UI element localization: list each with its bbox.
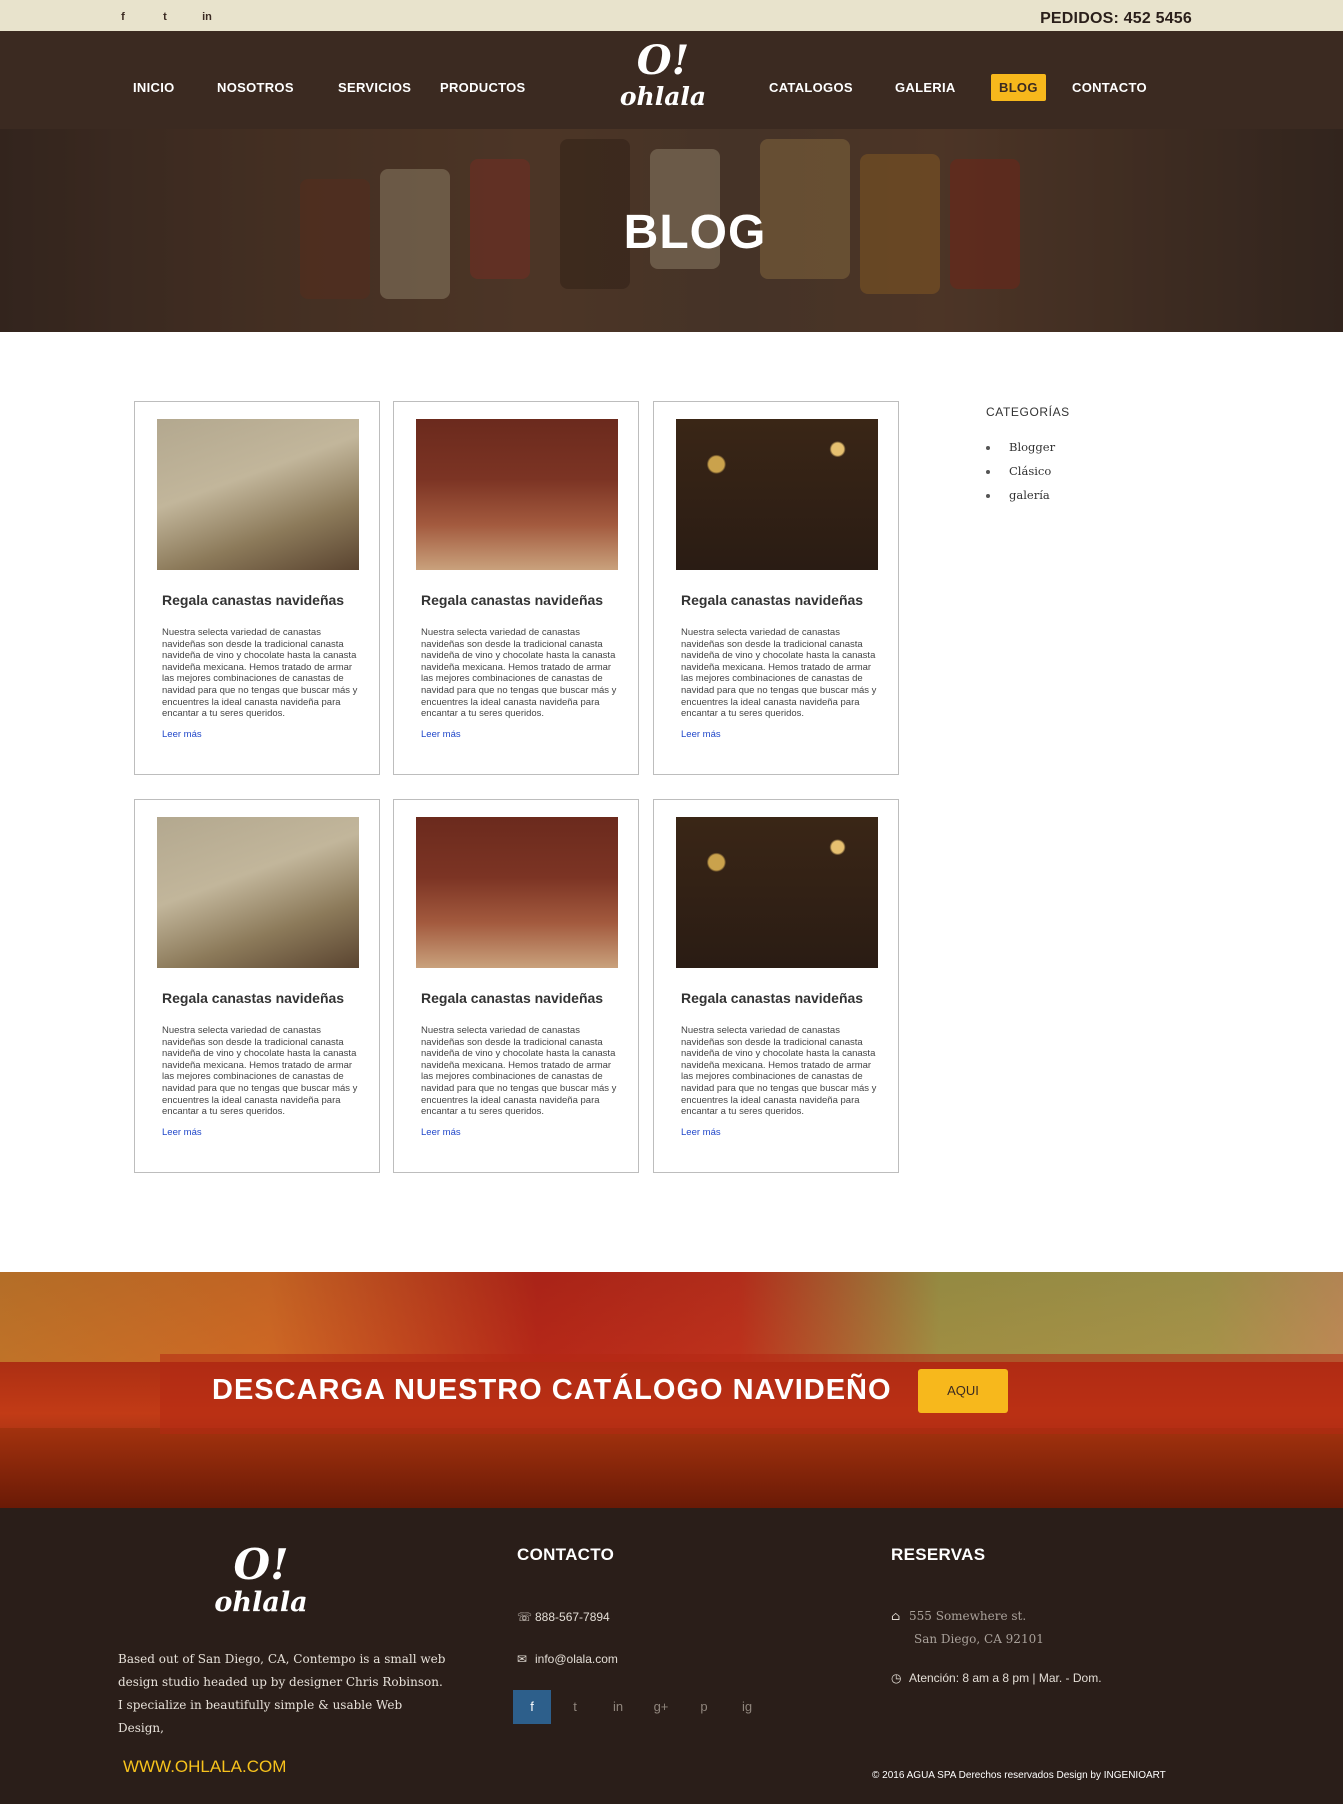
copyright: © 2016 AGUA SPA Derechos reservados Desi… <box>872 1770 1166 1781</box>
post-title[interactable]: Regala canastas navideñas <box>681 990 863 1006</box>
post-image-wine-accessories[interactable] <box>416 817 618 968</box>
post-excerpt: Nuestra selecta variedad de canastas nav… <box>681 627 877 720</box>
nav-item-blog[interactable]: BLOG <box>991 74 1046 101</box>
blog-card[interactable]: Regala canastas navideñas Nuestra select… <box>653 401 899 775</box>
footer-social-links: f t in g+ p ig <box>513 1690 771 1724</box>
facebook-icon[interactable]: f <box>513 1690 551 1724</box>
site-logo[interactable]: O! ohlala <box>612 39 714 111</box>
post-excerpt: Nuestra selecta variedad de canastas nav… <box>162 627 358 720</box>
instagram-icon[interactable]: ig <box>728 1690 766 1724</box>
nav-item-contacto[interactable]: CONTACTO <box>1072 80 1147 95</box>
contact-email[interactable]: ✉ info@olala.com <box>517 1652 618 1666</box>
post-image-wine-basket[interactable] <box>157 817 359 968</box>
read-more-link[interactable]: Leer más <box>681 729 721 740</box>
blog-card[interactable]: Regala canastas navideñas Nuestra select… <box>393 401 639 775</box>
banner-background <box>0 1272 1343 1362</box>
post-title[interactable]: Regala canastas navideñas <box>421 592 603 608</box>
home-icon: ⌂ <box>891 1609 901 1623</box>
address: ⌂ 555 Somewhere st. <box>891 1609 1026 1623</box>
post-excerpt: Nuestra selecta variedad de canastas nav… <box>681 1025 877 1118</box>
nav-item-productos[interactable]: PRODUCTOS <box>440 80 526 95</box>
post-image-gift[interactable] <box>676 817 878 968</box>
contact-phone: ☏ 888-567-7894 <box>517 1610 610 1624</box>
order-phone: PEDIDOS: 452 5456 <box>1040 10 1192 27</box>
category-item[interactable]: Clásico <box>986 464 1055 479</box>
contact-email-text[interactable]: info@olala.com <box>535 1652 618 1666</box>
logo-wordmark: ohlala <box>619 82 707 111</box>
post-title[interactable]: Regala canastas navideñas <box>162 592 344 608</box>
footer-website-link[interactable]: WWW.OHLALA.COM <box>123 1757 286 1777</box>
catalog-banner: DESCARGA NUESTRO CATÁLOGO NAVIDEÑO AQUI <box>0 1272 1343 1508</box>
opening-hours: ◷ Atención: 8 am a 8 pm | Mar. - Dom. <box>891 1671 1102 1685</box>
blog-card[interactable]: Regala canastas navideñas Nuestra select… <box>653 799 899 1173</box>
post-excerpt: Nuestra selecta variedad de canastas nav… <box>421 1025 617 1118</box>
reservas-heading: RESERVAS <box>891 1545 986 1564</box>
top-bar: f t in PEDIDOS: 452 5456 <box>0 0 1343 31</box>
post-image-wine-basket[interactable] <box>157 419 359 570</box>
nav-item-nosotros[interactable]: NOSOTROS <box>217 80 294 95</box>
download-catalog-button[interactable]: AQUI <box>918 1369 1008 1413</box>
footer-logo[interactable]: O! ohlala <box>206 1542 316 1618</box>
read-more-link[interactable]: Leer más <box>162 729 202 740</box>
address-line-2: San Diego, CA 92101 <box>914 1632 1044 1646</box>
category-item[interactable]: galería <box>986 488 1055 503</box>
pinterest-icon[interactable]: p <box>685 1690 723 1724</box>
hero-banner: BLOG <box>0 129 1343 332</box>
categories-list: Blogger Clásico galería <box>986 440 1055 512</box>
top-social-links: f t in <box>118 11 212 23</box>
footer-logo-mark: O! <box>233 1540 289 1589</box>
post-excerpt: Nuestra selecta variedad de canastas nav… <box>162 1025 358 1118</box>
linkedin-icon[interactable]: in <box>599 1690 637 1724</box>
post-excerpt: Nuestra selecta variedad de canastas nav… <box>421 627 617 720</box>
site-footer: O! ohlala Based out of San Diego, CA, Co… <box>0 1508 1343 1804</box>
read-more-link[interactable]: Leer más <box>421 729 461 740</box>
categories-title: CATEGORÍAS <box>986 405 1070 419</box>
phone-icon: ☏ <box>517 1610 533 1624</box>
nav-item-servicios[interactable]: SERVICIOS <box>338 80 411 95</box>
contact-phone-text: 888-567-7894 <box>535 1610 610 1624</box>
post-image-wine-accessories[interactable] <box>416 419 618 570</box>
post-image-gift[interactable] <box>676 419 878 570</box>
read-more-link[interactable]: Leer más <box>162 1127 202 1138</box>
banner-table <box>0 1428 1343 1508</box>
clock-icon: ◷ <box>891 1671 902 1685</box>
contact-heading: CONTACTO <box>517 1545 615 1564</box>
twitter-icon[interactable]: t <box>556 1690 594 1724</box>
facebook-icon[interactable]: f <box>118 11 128 23</box>
nav-item-inicio[interactable]: INICIO <box>133 80 175 95</box>
linkedin-icon[interactable]: in <box>202 11 212 23</box>
nav-item-catalogos[interactable]: CATALOGOS <box>769 80 853 95</box>
blog-card[interactable]: Regala canastas navideñas Nuestra select… <box>393 799 639 1173</box>
blog-card[interactable]: Regala canastas navideñas Nuestra select… <box>134 401 380 775</box>
twitter-icon[interactable]: t <box>160 11 170 23</box>
google-plus-icon[interactable]: g+ <box>642 1690 680 1724</box>
footer-logo-wordmark: ohlala <box>214 1587 308 1618</box>
post-title[interactable]: Regala canastas navideñas <box>421 990 603 1006</box>
logo-mark: O! <box>636 37 690 84</box>
mail-icon: ✉ <box>517 1652 528 1666</box>
page-title: BLOG <box>623 206 767 259</box>
main-header: INICIO NOSOTROS SERVICIOS PRODUCTOS CATA… <box>0 31 1343 129</box>
post-title[interactable]: Regala canastas navideñas <box>681 592 863 608</box>
address-line-1: 555 Somewhere st. <box>909 1609 1027 1623</box>
read-more-link[interactable]: Leer más <box>421 1127 461 1138</box>
post-title[interactable]: Regala canastas navideñas <box>162 990 344 1006</box>
nav-item-galeria[interactable]: GALERIA <box>895 80 956 95</box>
read-more-link[interactable]: Leer más <box>681 1127 721 1138</box>
opening-hours-text: Atención: 8 am a 8 pm | Mar. - Dom. <box>909 1671 1102 1685</box>
footer-about: Based out of San Diego, CA, Contempo is … <box>118 1652 446 1735</box>
blog-card[interactable]: Regala canastas navideñas Nuestra select… <box>134 799 380 1173</box>
category-item[interactable]: Blogger <box>986 440 1055 455</box>
catalog-heading: DESCARGA NUESTRO CATÁLOGO NAVIDEÑO <box>212 1374 892 1406</box>
